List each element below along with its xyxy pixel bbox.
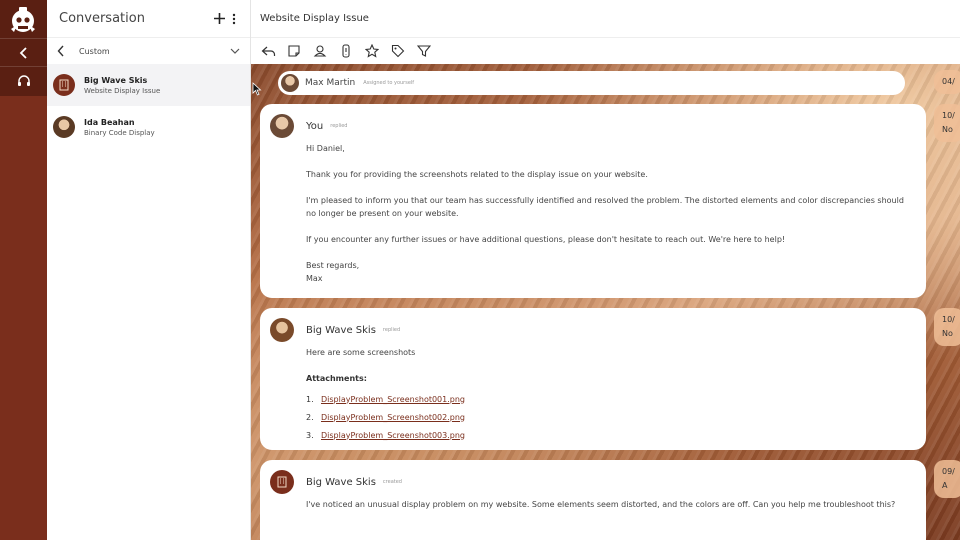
message-body: I've noticed an unusual display problem … <box>306 498 916 511</box>
assignee-name: Max Martin <box>305 78 356 88</box>
main-header: Website Display Issue <box>251 0 960 38</box>
message-paragraph: I've noticed an unusual display problem … <box>306 500 896 509</box>
agent-avatar <box>281 74 299 92</box>
add-conversation-button[interactable] <box>212 12 226 26</box>
conversation-title: Website Display Issue <box>260 13 369 24</box>
chevron-left-icon[interactable] <box>57 45 65 57</box>
back-button[interactable] <box>0 38 47 66</box>
attachment-link[interactable]: DisplayProblem_Screenshot002.png <box>321 411 465 424</box>
assign-button[interactable] <box>312 43 328 59</box>
date-pill: 10/ No <box>934 308 960 346</box>
message-action: created <box>382 479 402 485</box>
conversation-item[interactable]: Big Wave Skis Website Display Issue <box>47 64 250 106</box>
contact-avatar <box>270 318 294 342</box>
message-body: Here are some screenshots Attachments: 1… <box>306 346 916 444</box>
date-pill-line: A <box>942 481 948 490</box>
company-avatar <box>53 74 75 96</box>
attachment-item: 1. DisplayProblem_Screenshot001.png <box>306 390 916 408</box>
filter-button[interactable] <box>416 43 432 59</box>
message-paragraph: Here are some screenshots <box>306 348 416 357</box>
attachment-number: 2. <box>306 412 314 422</box>
mouse-cursor-icon <box>252 82 262 96</box>
conversation-list-panel: Conversation Custom Big Wave Skis Websit… <box>47 0 251 540</box>
message-paragraph: I'm pleased to inform you that our team … <box>306 196 904 218</box>
attachment-number: 1. <box>306 394 314 404</box>
reply-button[interactable] <box>260 43 276 59</box>
message-action: replied <box>382 327 401 333</box>
filter-icon <box>417 45 431 57</box>
mascot-logo[interactable] <box>8 5 38 35</box>
filter-label: Custom <box>79 46 110 56</box>
conversation-name: Big Wave Skis <box>84 75 148 85</box>
message-paragraph: If you encounter any further issues or h… <box>306 235 786 244</box>
message-author: Big Wave Skis <box>306 476 376 488</box>
attachment-link[interactable]: DisplayProblem_Screenshot003.png <box>321 429 465 442</box>
agent-button[interactable] <box>0 66 47 94</box>
priority-button[interactable] <box>338 43 354 59</box>
message-author: Big Wave Skis <box>306 324 376 336</box>
filter-row[interactable]: Custom <box>47 38 250 64</box>
headset-icon <box>17 74 30 86</box>
attachment-item: 3. DisplayProblem_Screenshot003.png <box>306 426 916 444</box>
message-paragraph: Hi Daniel, <box>306 144 345 153</box>
attachment-list: 1. DisplayProblem_Screenshot001.png 2. Dis… <box>306 390 916 444</box>
date-pill-line: 09/ <box>942 467 955 476</box>
assign-icon <box>313 45 327 57</box>
agent-avatar <box>270 114 294 138</box>
building-icon <box>59 79 69 91</box>
conversation-item[interactable]: Ida Beahan Binary Code Display <box>47 106 250 148</box>
date-pill-line: 10/ <box>942 315 955 324</box>
message-paragraph: Thank you for providing the screenshots … <box>306 170 648 179</box>
star-button[interactable] <box>364 43 380 59</box>
more-vertical-icon <box>232 13 236 24</box>
message-signoff: Best regards, <box>306 261 360 270</box>
reply-icon <box>261 46 275 56</box>
date-pill-line: 10/ <box>942 111 955 120</box>
message-action: replied <box>330 123 348 129</box>
attachments-title: Attachments: <box>306 374 367 383</box>
message-card: Big Wave Skis created I've noticed an un… <box>260 460 926 540</box>
tag-button[interactable] <box>390 43 406 59</box>
date-pill: 10/ No <box>934 104 960 142</box>
conversation-subject: Website Display Issue <box>84 86 161 95</box>
company-avatar <box>270 470 294 494</box>
rail-top <box>0 0 47 96</box>
date-pill-line: No <box>942 329 953 338</box>
star-icon <box>365 44 379 58</box>
conversation-name: Ida Beahan <box>84 117 135 127</box>
date-pill-line: 04/ <box>942 77 955 86</box>
contact-avatar <box>53 116 75 138</box>
app-rail <box>0 0 47 540</box>
chevron-left-icon <box>19 46 27 59</box>
conversation-main: Website Display Issue Max Martin Assigne… <box>251 0 960 540</box>
message-author: You <box>306 120 324 132</box>
message-feed[interactable]: Max Martin Assigned to yourself 04/ 10/ … <box>251 64 960 540</box>
priority-icon <box>342 44 350 58</box>
building-icon <box>277 476 287 488</box>
message-card: Big Wave Skis replied Here are some scre… <box>260 308 926 450</box>
assignment-banner: Max Martin Assigned to yourself <box>278 71 905 95</box>
list-menu-button[interactable] <box>230 12 238 26</box>
message-card: You replied Hi Daniel, Thank you for pro… <box>260 104 926 298</box>
chevron-down-icon[interactable] <box>230 48 240 54</box>
attachment-link[interactable]: DisplayProblem_Screenshot001.png <box>321 393 465 406</box>
attachment-item: 2. DisplayProblem_Screenshot002.png <box>306 408 916 426</box>
conversation-toolbar <box>251 38 960 64</box>
note-icon <box>288 45 300 57</box>
assignment-note: Assigned to yourself <box>363 80 415 86</box>
date-pill-line: No <box>942 125 953 134</box>
conversation-subject: Binary Code Display <box>84 128 155 137</box>
attachment-number: 3. <box>306 430 314 440</box>
tag-icon <box>391 44 405 58</box>
message-signature: Max <box>306 274 323 283</box>
message-body: Hi Daniel, Thank you for providing the s… <box>306 142 916 285</box>
note-button[interactable] <box>286 43 302 59</box>
list-header: Conversation <box>47 0 250 38</box>
date-pill: 09/ A <box>934 460 960 498</box>
list-title: Conversation <box>59 11 145 26</box>
date-pill: 04/ <box>934 70 960 94</box>
plus-icon <box>213 13 225 24</box>
